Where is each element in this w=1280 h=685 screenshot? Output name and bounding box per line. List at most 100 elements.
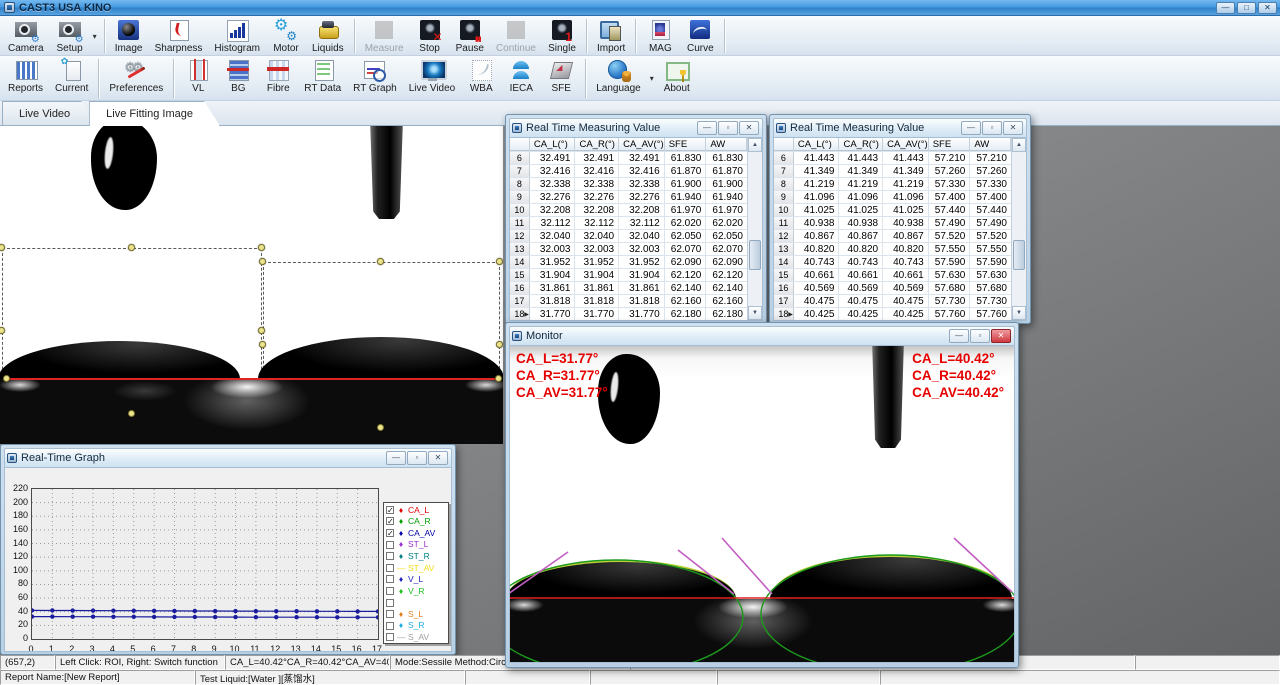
toolbar-button-pause[interactable]: Pause bbox=[450, 17, 490, 55]
legend-checkbox[interactable]: ✓ bbox=[386, 517, 394, 525]
toolbar-button-live-video[interactable]: Live Video bbox=[403, 57, 462, 100]
toolbar-button-liquids[interactable]: Liquids bbox=[306, 17, 350, 55]
toolbar-button-sharpness[interactable]: Sharpness bbox=[149, 17, 209, 55]
scroll-up-icon[interactable]: ▲ bbox=[748, 138, 762, 152]
legend-checkbox[interactable] bbox=[386, 622, 394, 630]
baseline-handle[interactable] bbox=[495, 375, 502, 382]
legend-checkbox[interactable] bbox=[386, 541, 394, 549]
roi-handle[interactable] bbox=[496, 341, 503, 348]
table-row[interactable]: 732.41632.41632.41661.87061.870 bbox=[510, 165, 747, 178]
scrollbar-thumb[interactable] bbox=[1013, 240, 1025, 270]
legend-checkbox[interactable]: ✓ bbox=[386, 529, 394, 537]
table-row[interactable]: 632.49132.49132.49161.83061.830 bbox=[510, 152, 747, 165]
table-row[interactable]: 1431.95231.95231.95262.09062.090 bbox=[510, 256, 747, 269]
legend-checkbox[interactable] bbox=[386, 552, 394, 560]
window-title-bar[interactable]: Real-Time Graph — ▫ ✕ bbox=[4, 448, 452, 467]
close-icon[interactable]: ✕ bbox=[1258, 2, 1277, 14]
legend-checkbox[interactable] bbox=[386, 575, 394, 583]
toolbar-button-vl[interactable]: VL bbox=[178, 57, 218, 100]
dropdown-arrow-icon[interactable]: ▾ bbox=[90, 32, 100, 41]
toolbar-button-stop[interactable]: Stop bbox=[410, 17, 450, 55]
tab-live-fitting-image[interactable]: Live Fitting Image bbox=[89, 101, 220, 126]
roi-handle[interactable] bbox=[128, 244, 135, 251]
toolbar-button-single[interactable]: Single bbox=[542, 17, 582, 55]
close-icon[interactable]: ✕ bbox=[991, 329, 1011, 343]
table-row[interactable]: 1041.02541.02541.02557.44057.440 bbox=[774, 204, 1011, 217]
dropdown-arrow-icon[interactable]: ▾ bbox=[647, 74, 657, 83]
toolbar-button-image[interactable]: Image bbox=[109, 17, 149, 55]
baseline-handle[interactable] bbox=[3, 375, 10, 382]
scroll-down-icon[interactable]: ▼ bbox=[748, 306, 762, 320]
roi-handle[interactable] bbox=[128, 410, 135, 417]
roi-handle[interactable] bbox=[259, 258, 266, 265]
toolbar-button-curve[interactable]: Curve bbox=[680, 17, 720, 55]
minimize-icon[interactable]: — bbox=[949, 329, 969, 343]
legend-checkbox[interactable] bbox=[386, 564, 394, 572]
toolbar-button-about[interactable]: About bbox=[657, 57, 697, 100]
toolbar-button-camera[interactable]: Camera bbox=[2, 17, 50, 55]
restore-icon[interactable]: ▫ bbox=[982, 121, 1002, 135]
window-title-bar[interactable]: Real Time Measuring Value — ▫ ✕ bbox=[509, 118, 763, 137]
table-row[interactable]: 1740.47540.47540.47557.73057.730 bbox=[774, 295, 1011, 308]
table-row[interactable]: 832.33832.33832.33861.90061.900 bbox=[510, 178, 747, 191]
minimize-icon[interactable]: — bbox=[386, 451, 406, 465]
close-icon[interactable]: ✕ bbox=[428, 451, 448, 465]
table-row[interactable]: 1440.74340.74340.74357.59057.590 bbox=[774, 256, 1011, 269]
table-row[interactable]: 18▶31.77031.77031.77062.18062.180 bbox=[510, 308, 747, 321]
minimize-icon[interactable]: — bbox=[1216, 2, 1235, 14]
realtime-graph-plot[interactable] bbox=[31, 488, 379, 640]
toolbar-button-current[interactable]: Current bbox=[49, 57, 94, 100]
maximize-icon[interactable]: □ bbox=[1237, 2, 1256, 14]
table-row[interactable]: 1631.86131.86131.86162.14062.140 bbox=[510, 282, 747, 295]
toolbar-button-wba[interactable]: WBA bbox=[461, 57, 501, 100]
roi-handle[interactable] bbox=[258, 244, 265, 251]
toolbar-button-bg[interactable]: BG bbox=[218, 57, 258, 100]
table-row[interactable]: 1132.11232.11232.11262.02062.020 bbox=[510, 217, 747, 230]
restore-icon[interactable]: ▫ bbox=[970, 329, 990, 343]
table-row[interactable]: 1340.82040.82040.82057.55057.550 bbox=[774, 243, 1011, 256]
toolbar-button-setup[interactable]: Setup bbox=[50, 17, 90, 55]
table-row[interactable]: 18▶40.42540.42540.42557.76057.760 bbox=[774, 308, 1011, 321]
minimize-icon[interactable]: — bbox=[697, 121, 717, 135]
restore-icon[interactable]: ▫ bbox=[718, 121, 738, 135]
legend-checkbox[interactable] bbox=[386, 610, 394, 618]
monitor-view[interactable]: CA_L=31.77°CA_R=31.77°CA_AV=31.77° CA_L=… bbox=[509, 345, 1015, 663]
window-title-bar[interactable]: Real Time Measuring Value — ▫ ✕ bbox=[773, 118, 1027, 137]
toolbar-button-sfe[interactable]: SFE bbox=[541, 57, 581, 100]
roi-handle[interactable] bbox=[377, 258, 384, 265]
toolbar-button-fibre[interactable]: Fibre bbox=[258, 57, 298, 100]
window-title-bar[interactable]: Monitor — ▫ ✕ bbox=[509, 326, 1015, 345]
restore-icon[interactable]: ▫ bbox=[407, 451, 427, 465]
vertical-scrollbar[interactable]: ▲ ▼ bbox=[1011, 138, 1026, 320]
toolbar-button-motor[interactable]: Motor bbox=[266, 17, 306, 55]
minimize-icon[interactable]: — bbox=[961, 121, 981, 135]
toolbar-button-import[interactable]: Import bbox=[591, 17, 631, 55]
legend-checkbox[interactable] bbox=[386, 599, 394, 607]
table-row[interactable]: 741.34941.34941.34957.26057.260 bbox=[774, 165, 1011, 178]
table-row[interactable]: 1240.86740.86740.86757.52057.520 bbox=[774, 230, 1011, 243]
scrollbar-thumb[interactable] bbox=[749, 240, 761, 270]
toolbar-button-language[interactable]: Language bbox=[590, 57, 647, 100]
legend-checkbox[interactable]: ✓ bbox=[386, 506, 394, 514]
roi-handle[interactable] bbox=[496, 258, 503, 265]
table-row[interactable]: 941.09641.09641.09657.40057.400 bbox=[774, 191, 1011, 204]
table-row[interactable]: 641.44341.44341.44357.21057.210 bbox=[774, 152, 1011, 165]
tab-live-video[interactable]: Live Video bbox=[2, 101, 97, 125]
legend-checkbox[interactable] bbox=[386, 587, 394, 595]
vertical-scrollbar[interactable]: ▲ ▼ bbox=[747, 138, 762, 320]
roi-handle[interactable] bbox=[259, 341, 266, 348]
toolbar-button-preferences[interactable]: Preferences bbox=[103, 57, 169, 100]
roi-handle[interactable] bbox=[258, 327, 265, 334]
table-row[interactable]: 1032.20832.20832.20861.97061.970 bbox=[510, 204, 747, 217]
roi-handle[interactable] bbox=[377, 424, 384, 431]
toolbar-button-rt-data[interactable]: RT Data bbox=[298, 57, 347, 100]
toolbar-button-rt-graph[interactable]: RT Graph bbox=[347, 57, 403, 100]
baseline-line[interactable] bbox=[4, 378, 500, 380]
close-icon[interactable]: ✕ bbox=[739, 121, 759, 135]
toolbar-button-histogram[interactable]: Histogram bbox=[208, 17, 266, 55]
table-row[interactable]: 1731.81831.81831.81862.16062.160 bbox=[510, 295, 747, 308]
table-row[interactable]: 1540.66140.66140.66157.63057.630 bbox=[774, 269, 1011, 282]
live-fitting-image[interactable] bbox=[0, 126, 503, 444]
toolbar-button-ieca[interactable]: IECA bbox=[501, 57, 541, 100]
table-row[interactable]: 1140.93840.93840.93857.49057.490 bbox=[774, 217, 1011, 230]
